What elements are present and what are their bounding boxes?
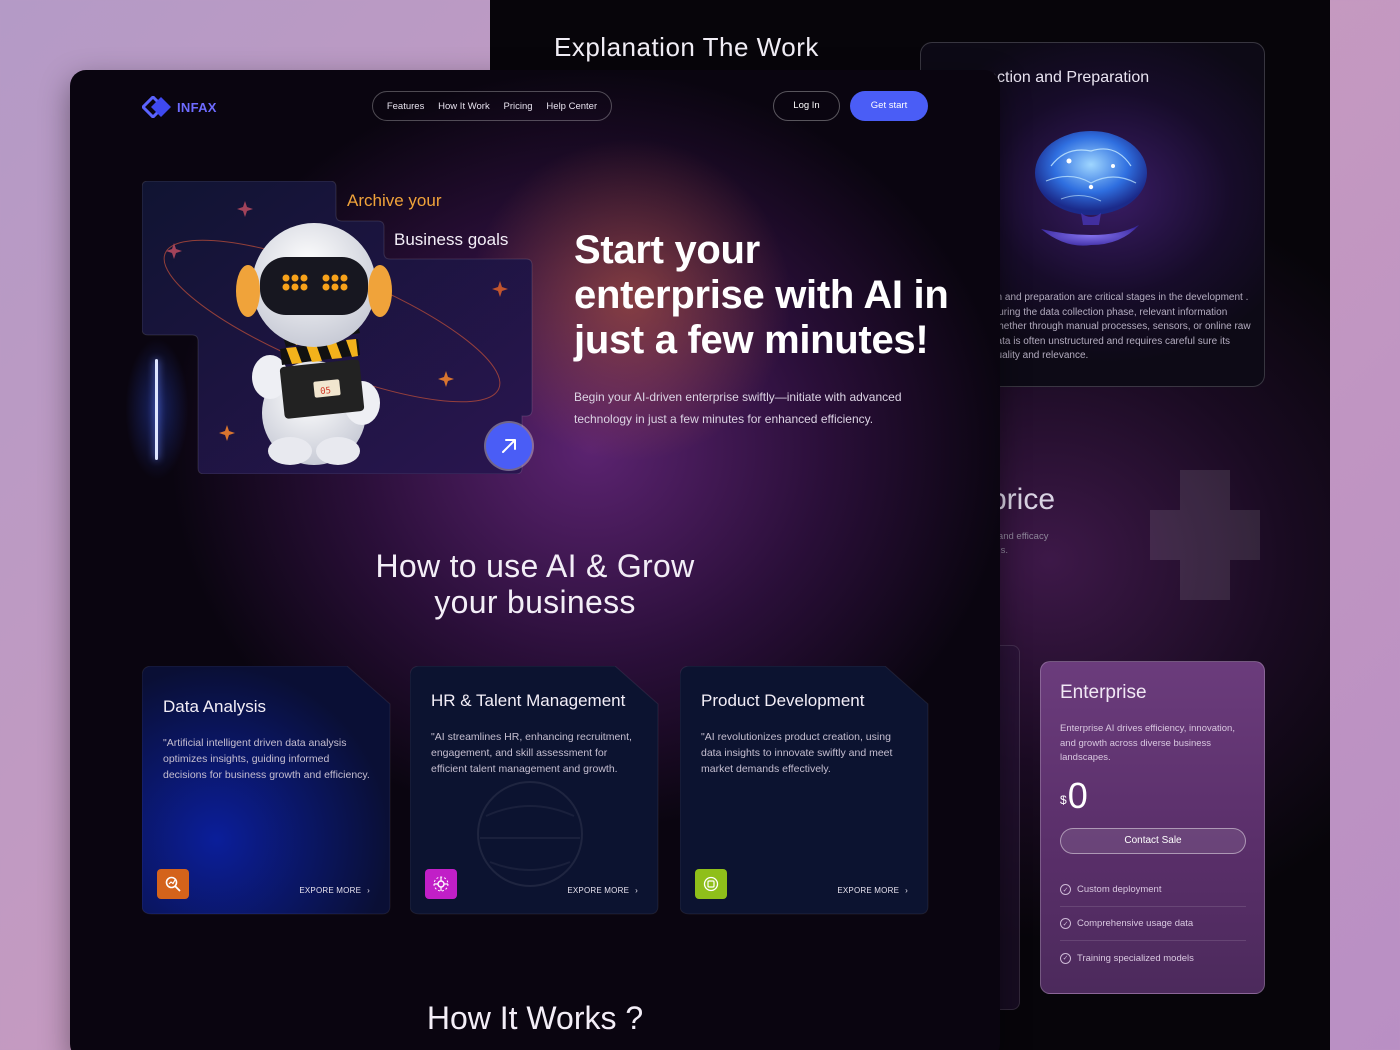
hero-title: Start your enterprise with AI in just a … bbox=[574, 228, 949, 362]
login-button[interactable]: Log In bbox=[773, 91, 840, 121]
hero-arrow-button[interactable] bbox=[486, 423, 532, 469]
check-icon: ✓ bbox=[1060, 952, 1071, 964]
contact-sale-button[interactable]: Contact Sale bbox=[1060, 828, 1246, 854]
get-start-button[interactable]: Get start bbox=[850, 91, 928, 121]
hero-tag-archive: Archive your bbox=[347, 191, 442, 210]
feature-card-data-analysis[interactable]: Data Analysis "Artificial intelligent dr… bbox=[142, 666, 392, 916]
hero-robot-illustration: 05 bbox=[142, 181, 533, 474]
explore-more-label: EXPORE MORE bbox=[837, 886, 900, 895]
hero-subtitle: Begin your AI-driven enterprise swiftly—… bbox=[574, 390, 902, 426]
main-nav: Features How It Work Pricing Help Center bbox=[372, 91, 612, 121]
check-icon: ✓ bbox=[1060, 884, 1071, 895]
plan-feature-label: Custom deployment bbox=[1077, 884, 1162, 895]
collection-card-title: llection and Preparation bbox=[981, 69, 1150, 86]
card-title: HR & Talent Management bbox=[431, 691, 626, 710]
how-it-works-title: How It Works ? bbox=[426, 1000, 644, 1036]
plan-feature: ✓ Custom deployment bbox=[1060, 873, 1246, 907]
logo-icon bbox=[142, 96, 171, 118]
product-icon bbox=[695, 869, 727, 899]
card-title: Product Development bbox=[701, 691, 865, 710]
nav-how-it-work[interactable]: How It Work bbox=[438, 101, 490, 112]
chevron-right-icon: › bbox=[367, 886, 370, 895]
explore-more-link[interactable]: EXPORE MORE › bbox=[299, 886, 370, 895]
logo[interactable]: INFAX bbox=[142, 96, 217, 118]
how-to-use-title: How to use AI & Grow your business bbox=[375, 548, 695, 620]
card-description: "AI revolutionizes product creation, usi… bbox=[701, 731, 893, 775]
feature-card-hr-talent[interactable]: HR & Talent Management "AI streamlines H… bbox=[410, 666, 660, 916]
price-value: 0 bbox=[1067, 775, 1088, 816]
feature-card-product-development[interactable]: Product Development "AI revolutionizes p… bbox=[680, 666, 930, 916]
plan-feature-label: Comprehensive usage data bbox=[1077, 918, 1194, 929]
decorative-shape bbox=[1150, 470, 1260, 600]
landing-page: INFAX Features How It Work Pricing Help … bbox=[70, 70, 1000, 1050]
nav-help-center[interactable]: Help Center bbox=[546, 101, 597, 112]
currency-symbol: $ bbox=[1060, 793, 1067, 807]
plan-feature-label: Training specialized models bbox=[1077, 952, 1194, 964]
search-chart-icon bbox=[157, 869, 189, 899]
glow-line bbox=[155, 359, 158, 460]
plan-price: $0 bbox=[1060, 776, 1088, 816]
explore-more-label: EXPORE MORE bbox=[567, 886, 630, 895]
check-icon: ✓ bbox=[1060, 918, 1071, 929]
collection-card-text: on and preparation are critical stages i… bbox=[991, 292, 1251, 361]
logo-text: INFAX bbox=[177, 99, 217, 115]
brain-icon bbox=[1035, 131, 1147, 246]
explore-more-label: EXPORE MORE bbox=[299, 886, 362, 895]
plan-feature: ✓ Training specialized models bbox=[1060, 941, 1246, 975]
chevron-right-icon: › bbox=[635, 886, 638, 895]
nav-features[interactable]: Features bbox=[387, 101, 425, 112]
card-description: "Artificial intelligent driven data anal… bbox=[163, 737, 370, 781]
explore-more-link[interactable]: EXPORE MORE › bbox=[837, 886, 908, 895]
network-icon bbox=[425, 869, 457, 899]
enterprise-plan-card: Enterprise Enterprise AI drives efficien… bbox=[1040, 661, 1265, 994]
explore-more-link[interactable]: EXPORE MORE › bbox=[567, 886, 638, 895]
card-title: Data Analysis bbox=[163, 697, 266, 716]
plan-name: Enterprise bbox=[1060, 682, 1147, 703]
card-description: "AI streamlines HR, enhancing recruitmen… bbox=[431, 731, 632, 775]
svg-text:05: 05 bbox=[320, 386, 332, 397]
chevron-right-icon: › bbox=[905, 886, 908, 895]
nav-pricing[interactable]: Pricing bbox=[504, 101, 533, 112]
explanation-title: Explanation The Work bbox=[554, 32, 819, 62]
plan-feature: ✓ Comprehensive usage data bbox=[1060, 907, 1246, 941]
hero-tag-business-goals: Business goals bbox=[394, 230, 509, 249]
plan-description: Enterprise AI drives efficiency, innovat… bbox=[1060, 723, 1235, 763]
arrow-up-right-icon bbox=[502, 439, 516, 453]
